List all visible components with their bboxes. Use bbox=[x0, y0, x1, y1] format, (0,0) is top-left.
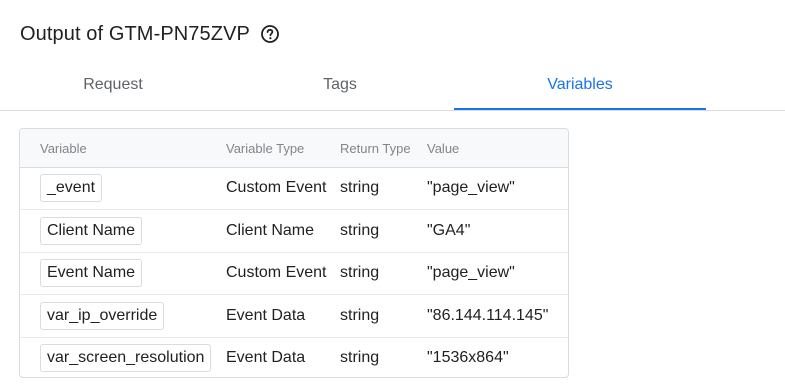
value-cell: "page_view" bbox=[427, 264, 515, 281]
tab-variables[interactable]: Variables bbox=[454, 62, 706, 110]
tab-tags[interactable]: Tags bbox=[226, 62, 454, 108]
value-cell: "GA4" bbox=[427, 222, 471, 239]
variable-type-cell: Event Data bbox=[226, 307, 306, 324]
variable-type-cell: Event Data bbox=[226, 349, 306, 366]
column-header-return-type: Return Type bbox=[340, 140, 411, 156]
column-header-variable-type: Variable Type bbox=[226, 140, 305, 156]
page-title: Output of GTM-PN75ZVP bbox=[20, 22, 250, 45]
variables-table: Variable Variable Type Return Type Value… bbox=[19, 128, 569, 378]
variable-name-chip[interactable]: Client Name bbox=[40, 217, 143, 245]
return-type-cell: string bbox=[340, 349, 380, 366]
table-row: Client Name Client Name string "GA4" bbox=[20, 210, 568, 253]
table-header: Variable Variable Type Return Type Value bbox=[20, 129, 568, 168]
variable-name-chip[interactable]: var_screen_resolution bbox=[40, 344, 212, 372]
help-circle-icon[interactable] bbox=[260, 24, 280, 44]
tab-label: Request bbox=[83, 76, 143, 93]
table-row: var_ip_override Event Data string "86.14… bbox=[20, 295, 568, 338]
value-cell: "1536x864" bbox=[427, 349, 509, 366]
column-header-value: Value bbox=[427, 140, 460, 156]
variable-type-cell: Custom Event bbox=[226, 179, 327, 196]
tab-request[interactable]: Request bbox=[0, 62, 226, 108]
column-header-variable: Variable bbox=[40, 140, 87, 156]
return-type-cell: string bbox=[340, 222, 380, 239]
variable-type-cell: Custom Event bbox=[226, 264, 327, 281]
active-tab-indicator bbox=[454, 108, 706, 110]
page: Output of GTM-PN75ZVP Request Tags Varia… bbox=[0, 0, 785, 388]
table-row: Event Name Custom Event string "page_vie… bbox=[20, 252, 568, 295]
variable-name-chip[interactable]: Event Name bbox=[40, 259, 143, 287]
variable-name-chip[interactable]: var_ip_override bbox=[40, 302, 165, 330]
value-cell: "page_view" bbox=[427, 179, 515, 196]
variable-type-cell: Client Name bbox=[226, 222, 315, 239]
tab-label: Tags bbox=[323, 76, 357, 93]
tab-label: Variables bbox=[547, 76, 613, 93]
variable-name-chip[interactable]: _event bbox=[40, 174, 103, 202]
tab-bar: Request Tags Variables bbox=[0, 62, 785, 111]
return-type-cell: string bbox=[340, 264, 380, 281]
header: Output of GTM-PN75ZVP bbox=[20, 18, 280, 50]
return-type-cell: string bbox=[340, 307, 380, 324]
table-row: var_screen_resolution Event Data string … bbox=[20, 337, 568, 377]
table-row: _event Custom Event string "page_view" bbox=[20, 167, 568, 210]
value-cell: "86.144.114.145" bbox=[427, 307, 549, 324]
return-type-cell: string bbox=[340, 179, 380, 196]
